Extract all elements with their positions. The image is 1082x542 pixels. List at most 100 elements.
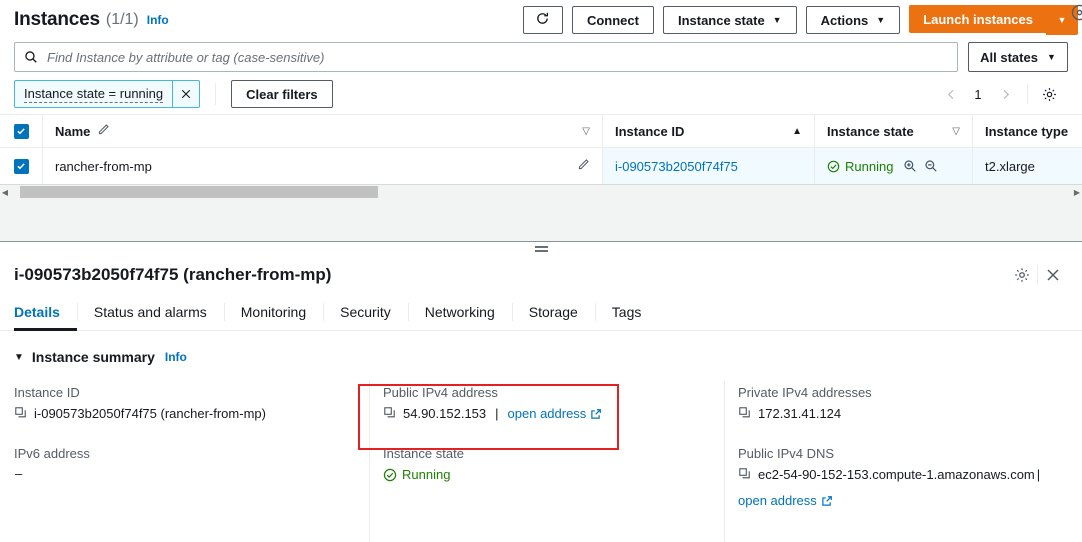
column-header-instance-type-label: Instance type: [985, 123, 1069, 139]
cell-name: rancher-from-mp: [42, 148, 602, 184]
instance-id-link[interactable]: i-090573b2050f74f75: [615, 159, 738, 174]
header-info-link[interactable]: Info: [147, 13, 169, 27]
page-number[interactable]: 1: [967, 87, 989, 102]
previous-page-button[interactable]: [937, 80, 965, 108]
cell-instance-type: t2.xlarge: [972, 148, 1082, 184]
table-preferences-gear-icon[interactable]: [1036, 81, 1062, 107]
public-dns-hostname: ec2-54-90-152-153.compute-1.amazonaws.co…: [758, 467, 1035, 482]
tab-security[interactable]: Security: [323, 294, 408, 330]
tab-details-label: Details: [14, 304, 60, 320]
connect-label: Connect: [586, 12, 639, 28]
status-badge: Running: [827, 159, 893, 174]
cell-instance-state: Running: [814, 148, 972, 184]
zoom-out-icon[interactable]: [924, 159, 938, 173]
tab-tags-label: Tags: [611, 304, 642, 320]
tab-details[interactable]: Details: [14, 294, 77, 331]
instance-summary-header: ▼ Instance summary Info: [14, 349, 1068, 365]
scroll-right-arrow-icon[interactable]: ▶: [1072, 188, 1082, 197]
open-address-link[interactable]: open address: [508, 405, 603, 423]
detail-close-icon[interactable]: [1038, 260, 1068, 290]
magnifier-group: [903, 159, 938, 173]
field-instance-id: Instance ID i-090573b2050f74f75 (rancher…: [14, 385, 355, 424]
actions-menu-button[interactable]: Actions ▼: [805, 6, 901, 34]
clear-filters-button[interactable]: Clear filters: [231, 80, 333, 108]
copy-icon[interactable]: [383, 406, 396, 424]
launch-instances-button[interactable]: Launch instances: [909, 5, 1046, 33]
scrollbar-track[interactable]: [10, 185, 1072, 199]
sort-icon[interactable]: ▽: [952, 126, 960, 137]
chevron-down-icon[interactable]: ▼: [14, 352, 24, 363]
sort-icon-asc[interactable]: ▲: [792, 126, 802, 137]
column-header-instance-type[interactable]: Instance type: [972, 115, 1082, 147]
field-instance-state-value: Running: [383, 466, 710, 484]
search-input[interactable]: [45, 48, 948, 66]
detail-tabs: Details Status and alarms Monitoring Sec…: [0, 294, 1082, 331]
field-private-ipv4-addresses-label: Private IPv4 addresses: [738, 385, 872, 400]
cell-instance-type-text: t2.xlarge: [985, 158, 1035, 174]
chevron-down-icon: ▼: [1057, 15, 1067, 25]
field-private-ipv4-addresses: Private IPv4 addresses 172.31.41.124: [738, 385, 1077, 424]
field-ipv6-address: IPv6 address –: [14, 446, 355, 481]
instance-state-menu-button[interactable]: Instance state ▼: [662, 6, 797, 34]
sort-icon[interactable]: ▽: [582, 126, 590, 137]
table-row[interactable]: rancher-from-mp i-090573b2050f74f75 Runn…: [0, 148, 1082, 184]
column-header-name-label: Name: [55, 123, 91, 139]
column-header-instance-state[interactable]: Instance state ▽: [814, 115, 972, 147]
open-address-link-label: open address: [738, 493, 817, 508]
all-states-select[interactable]: All states ▼: [968, 42, 1068, 72]
filter-row: Instance state = running Clear filters 1: [0, 74, 1082, 114]
tab-storage[interactable]: Storage: [511, 294, 595, 330]
clear-filters-label: Clear filters: [246, 86, 318, 102]
separator-pipe: |: [1036, 467, 1041, 482]
filter-token-remove-button[interactable]: [172, 81, 199, 107]
select-all-checkbox[interactable]: [13, 123, 29, 139]
chevron-down-icon: ▼: [1046, 52, 1056, 62]
horizontal-scrollbar[interactable]: ◀ ▶: [0, 184, 1082, 199]
launch-instances-label: Launch instances: [923, 11, 1033, 27]
chevron-down-icon: ▼: [772, 14, 782, 25]
open-address-link[interactable]: open address: [738, 492, 1077, 510]
tab-monitoring[interactable]: Monitoring: [223, 294, 323, 330]
refresh-button[interactable]: [522, 6, 563, 34]
field-private-ipv4-addresses-value: 172.31.41.124: [738, 405, 1077, 424]
column-header-name[interactable]: Name ▽: [42, 115, 602, 147]
connect-button[interactable]: Connect: [571, 6, 654, 34]
tab-networking[interactable]: Networking: [407, 294, 512, 330]
instance-summary-info-link[interactable]: Info: [165, 350, 187, 364]
field-ipv6-address-label: IPv6 address: [14, 446, 90, 461]
copy-icon[interactable]: [738, 406, 751, 424]
help-panel-icon[interactable]: [1071, 4, 1082, 24]
divider: [1027, 84, 1028, 104]
scroll-left-arrow-icon[interactable]: ◀: [0, 188, 10, 197]
scrollbar-thumb[interactable]: [20, 186, 378, 198]
instance-detail-panel: i-090573b2050f74f75 (rancher-from-mp) De…: [0, 242, 1082, 542]
instance-state-label: Instance state: [677, 12, 765, 28]
detail-settings-gear-icon[interactable]: [1007, 260, 1037, 290]
field-instance-id-value: i-090573b2050f74f75 (rancher-from-mp): [14, 405, 355, 424]
tab-networking-label: Networking: [424, 304, 495, 320]
select-all-cell: [0, 115, 42, 147]
separator-pipe: |: [495, 406, 499, 421]
instances-table: Name ▽ Instance ID ▲ Instance state ▽ In…: [0, 114, 1082, 242]
column-header-instance-id[interactable]: Instance ID ▲: [602, 115, 814, 147]
copy-icon[interactable]: [14, 406, 27, 424]
all-states-label: All states: [980, 49, 1038, 65]
filter-token-label[interactable]: Instance state = running: [15, 81, 172, 107]
panel-resize-handle[interactable]: [0, 242, 1082, 256]
tab-tags[interactable]: Tags: [594, 294, 659, 330]
edit-pencil-icon[interactable]: [577, 158, 590, 174]
copy-icon[interactable]: [738, 467, 751, 485]
detail-panel-header-icons: [1007, 260, 1068, 290]
field-public-ipv4-address-value: 54.90.152.153 | open address: [383, 405, 710, 424]
drag-handle-icon: [534, 246, 548, 252]
tab-status-and-alarms[interactable]: Status and alarms: [76, 294, 224, 330]
edit-pencil-icon[interactable]: [97, 123, 110, 139]
next-page-button[interactable]: [991, 80, 1019, 108]
zoom-in-icon[interactable]: [903, 159, 917, 173]
instance-count: (1/1): [105, 11, 139, 28]
row-checkbox[interactable]: [13, 158, 29, 174]
field-instance-id-label: Instance ID: [14, 385, 80, 400]
check-circle-icon: [827, 160, 840, 173]
search-box[interactable]: [14, 42, 958, 72]
field-instance-state-label: Instance state: [383, 446, 464, 461]
